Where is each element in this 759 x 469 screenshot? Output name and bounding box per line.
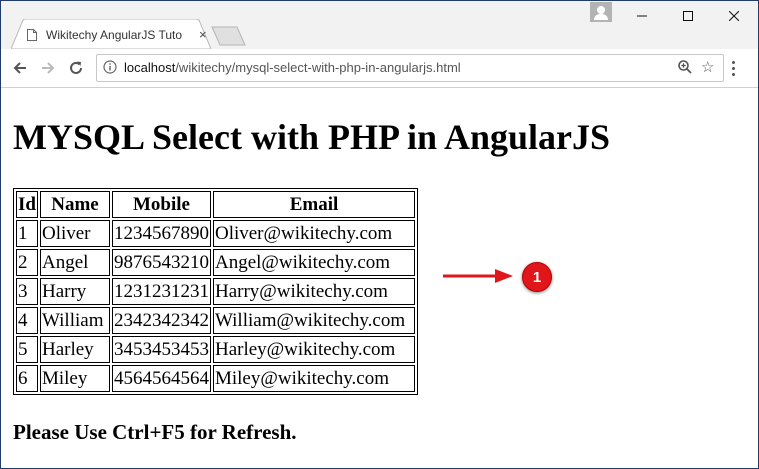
table-row: 6 Miley 4564564564 Miley@wikitechy.com bbox=[16, 365, 415, 392]
annotation-badge: 1 bbox=[522, 262, 552, 292]
profile-icon[interactable] bbox=[590, 2, 612, 22]
cell-id: 3 bbox=[16, 278, 38, 305]
zoom-icon[interactable] bbox=[677, 59, 693, 75]
back-arrow-icon bbox=[13, 62, 26, 74]
cell-mobile: 2342342342 bbox=[111, 307, 211, 334]
cell-name: Oliver bbox=[39, 220, 110, 247]
maximize-button[interactable] bbox=[665, 1, 711, 31]
annotation-arrow-icon bbox=[443, 269, 513, 283]
table-row: 5 Harley 3453453453 Harley@wikitechy.com bbox=[16, 336, 415, 363]
column-header-name: Name bbox=[39, 191, 110, 218]
cell-name: Harley bbox=[39, 336, 110, 363]
tab-close-icon[interactable]: × bbox=[199, 27, 207, 42]
cell-mobile: 3453453453 bbox=[111, 336, 211, 363]
forward-arrow-icon bbox=[42, 62, 55, 74]
cell-id: 6 bbox=[16, 365, 38, 392]
reload-icon bbox=[70, 61, 82, 74]
close-icon bbox=[729, 11, 739, 21]
browser-window: Wikitechy AngularJS Tuto × localhost/wik… bbox=[0, 0, 759, 469]
cell-email: Miley@wikitechy.com bbox=[212, 365, 415, 392]
cell-name: Angel bbox=[39, 249, 110, 276]
cell-email: Harley@wikitechy.com bbox=[212, 336, 415, 363]
cell-mobile: 9876543210 bbox=[111, 249, 211, 276]
cell-email: Harry@wikitechy.com bbox=[212, 278, 415, 305]
cell-id: 5 bbox=[16, 336, 38, 363]
minimize-icon bbox=[637, 15, 647, 17]
refresh-note: Please Use Ctrl+F5 for Refresh. bbox=[13, 420, 297, 444]
users-table: Id Name Mobile Email 1 Oliver 1234567890… bbox=[13, 188, 418, 395]
cell-email: Angel@wikitechy.com bbox=[212, 249, 415, 276]
cell-name: Harry bbox=[39, 278, 110, 305]
url-text[interactable]: localhost/wikitechy/mysql-select-with-ph… bbox=[124, 60, 461, 75]
table-row: 2 Angel 9876543210 Angel@wikitechy.com bbox=[16, 249, 415, 276]
cell-mobile: 4564564564 bbox=[111, 365, 211, 392]
new-tab-button[interactable] bbox=[211, 26, 247, 46]
page-icon bbox=[27, 29, 37, 41]
table-row: 4 William 2342342342 William@wikitechy.c… bbox=[16, 307, 415, 334]
menu-icon[interactable] bbox=[732, 61, 736, 79]
table-header-row: Id Name Mobile Email bbox=[16, 191, 415, 218]
browser-toolbar: localhost/wikitechy/mysql-select-with-ph… bbox=[1, 49, 758, 88]
maximize-icon bbox=[683, 11, 693, 21]
cell-name: Miley bbox=[39, 365, 110, 392]
cell-id: 4 bbox=[16, 307, 38, 334]
table-row: 1 Oliver 1234567890 Oliver@wikitechy.com bbox=[16, 220, 415, 247]
back-button[interactable] bbox=[10, 58, 30, 78]
forward-button[interactable] bbox=[38, 58, 58, 78]
url-host: localhost bbox=[124, 60, 176, 75]
column-header-id: Id bbox=[16, 191, 38, 218]
close-window-button[interactable] bbox=[711, 1, 757, 31]
address-bar[interactable]: localhost/wikitechy/mysql-select-with-ph… bbox=[96, 54, 724, 82]
star-icon[interactable]: ☆ bbox=[701, 58, 714, 76]
cell-mobile: 1234567890 bbox=[111, 220, 211, 247]
reload-button[interactable] bbox=[66, 58, 86, 78]
info-icon[interactable] bbox=[103, 60, 117, 74]
tab-title: Wikitechy AngularJS Tuto bbox=[46, 28, 183, 42]
cell-name: William bbox=[39, 307, 110, 334]
cell-email: Oliver@wikitechy.com bbox=[212, 220, 415, 247]
cell-email: William@wikitechy.com bbox=[212, 307, 415, 334]
cell-id: 1 bbox=[16, 220, 38, 247]
cell-id: 2 bbox=[16, 249, 38, 276]
cell-mobile: 1231231231 bbox=[111, 278, 211, 305]
url-path: /wikitechy/mysql-select-with-php-in-angu… bbox=[175, 60, 461, 75]
column-header-mobile: Mobile bbox=[111, 191, 211, 218]
browser-tab[interactable]: Wikitechy AngularJS Tuto × bbox=[11, 19, 212, 49]
page-title: MYSQL Select with PHP in AngularJS bbox=[13, 117, 611, 157]
tab-strip: Wikitechy AngularJS Tuto × bbox=[1, 1, 758, 49]
table-row: 3 Harry 1231231231 Harry@wikitechy.com bbox=[16, 278, 415, 305]
minimize-button[interactable] bbox=[619, 1, 665, 31]
page-content: MYSQL Select with PHP in AngularJS Id Na… bbox=[1, 88, 758, 468]
column-header-email: Email bbox=[212, 191, 415, 218]
